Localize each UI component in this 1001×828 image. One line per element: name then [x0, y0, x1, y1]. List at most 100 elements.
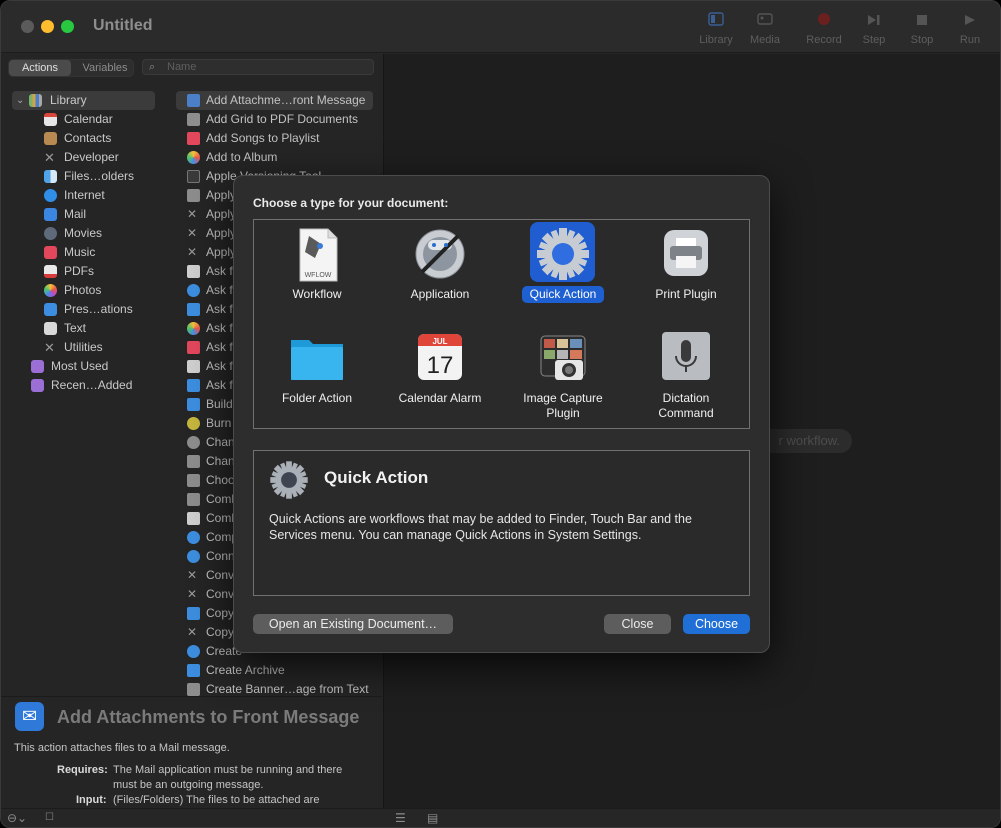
dialog-prompt: Choose a type for your document: [253, 196, 449, 210]
library-item-library[interactable]: ⌄ Library [12, 91, 155, 110]
open-existing-document-button[interactable]: Open an Existing Document… [253, 614, 453, 634]
library-item-pdfs[interactable]: PDFs [1, 262, 169, 281]
requires-text-line1: The Mail application must be running and… [113, 764, 343, 776]
close-button[interactable]: Close [604, 614, 671, 634]
utilities-action-icon: ✕ [187, 207, 198, 221]
type-image-capture-plugin[interactable]: Image Capture Plugin [501, 324, 625, 428]
media-icon [737, 11, 793, 31]
disclosure-chevron-icon[interactable]: ⌄ [16, 91, 24, 110]
developer-icon: ✕ [44, 150, 55, 165]
type-description-panel: Quick Action Quick Actions are workflows… [253, 450, 750, 596]
toolbar-run-button[interactable]: Run [942, 11, 998, 51]
library-item-label: Most Used [51, 359, 109, 373]
type-quick-action[interactable]: Quick Action [501, 220, 625, 320]
action-label: Copy [206, 606, 235, 620]
type-print-plugin[interactable]: Print Plugin [624, 220, 748, 320]
mail-action-icon [187, 94, 200, 107]
library-item-recently-added[interactable]: Recen…Added [1, 376, 169, 395]
toolbar-media-button[interactable]: Media [737, 11, 793, 51]
action-label: Add to Album [206, 150, 278, 164]
text-action-icon [187, 265, 200, 278]
action-item[interactable]: Create Archive [171, 661, 382, 680]
library-item-internet[interactable]: Internet [1, 186, 169, 205]
type-folder-action[interactable]: Folder Action [255, 324, 379, 428]
svg-text:17: 17 [427, 352, 454, 379]
flow-view-icon[interactable]: ▤ [427, 811, 438, 825]
text-action-icon [187, 360, 200, 373]
input-text: (Files/Folders) The files to be attached… [113, 794, 320, 806]
close-window-button[interactable] [21, 20, 34, 33]
library-icon [688, 11, 744, 31]
toolbar-record-button[interactable]: Record [796, 11, 852, 51]
library-item-label: Pres…ations [64, 302, 133, 316]
music-action-icon [187, 132, 200, 145]
list-view-icon[interactable]: ☰ [395, 811, 406, 825]
library-item-utilities[interactable]: ✕ Utilities [1, 338, 169, 357]
choose-button[interactable]: Choose [683, 614, 750, 634]
search-placeholder: Name [167, 61, 197, 73]
presentations-icon [44, 303, 57, 316]
action-label: Conv [206, 587, 235, 601]
action-label: Ask f [206, 302, 233, 316]
requires-text-line2: must be an outgoing message. [113, 779, 264, 791]
recently-added-folder-icon [31, 379, 44, 392]
finder-action-icon [187, 379, 200, 392]
library-item-movies[interactable]: Movies [1, 224, 169, 243]
library-item-files-folders[interactable]: Files…olders [1, 167, 169, 186]
tab-variables[interactable]: Variables [75, 60, 135, 76]
burn-action-icon [187, 417, 200, 430]
action-label: Add Attachme…ront Message [206, 93, 366, 107]
action-menu-icon[interactable]: ⊖⌄ [7, 811, 27, 825]
type-label: Workflow [292, 287, 342, 301]
description-summary: This action attaches files to a Mail mes… [14, 742, 230, 754]
action-icon [187, 436, 200, 449]
presentations-action-icon [187, 398, 200, 411]
type-label-line1: Dictation [662, 391, 710, 405]
minimize-window-button[interactable] [41, 20, 54, 33]
type-calendar-alarm[interactable]: JUL 17 Calendar Alarm [378, 324, 502, 428]
action-label: Conn [206, 549, 235, 563]
library-item-most-used[interactable]: Most Used [1, 357, 169, 376]
action-label: Chan [206, 454, 235, 468]
calendar-alarm-icon: JUL 17 [418, 334, 462, 380]
calendar-icon [44, 113, 57, 126]
action-item[interactable]: Add Attachme…ront Message [176, 91, 373, 110]
library-item-photos[interactable]: Photos [1, 281, 169, 300]
action-icon [187, 683, 200, 696]
utilities-action-icon: ✕ [187, 568, 198, 582]
library-item-presentations[interactable]: Pres…ations [1, 300, 169, 319]
utilities-action-icon: ✕ [187, 625, 198, 639]
library-item-text[interactable]: Text [1, 319, 169, 338]
microphone-icon [662, 332, 710, 380]
library-item-music[interactable]: Music [1, 243, 169, 262]
type-label-line2: Command [658, 406, 714, 420]
library-folder-icon [29, 94, 42, 107]
text-icon [44, 322, 57, 335]
finder-action-icon [187, 664, 200, 677]
type-dictation-command[interactable]: Dictation Command [624, 324, 748, 428]
library-item-calendar[interactable]: Calendar [1, 110, 169, 129]
library-item-developer[interactable]: ✕ Developer [1, 148, 169, 167]
type-application[interactable]: Application [378, 220, 502, 320]
internet-action-icon [187, 645, 200, 658]
action-item[interactable]: Add to Album [171, 148, 382, 167]
description-toggle-icon[interactable]: ☐ [45, 812, 54, 823]
action-item[interactable]: Add Grid to PDF Documents [171, 110, 382, 129]
type-description-text: Quick Actions are workflows that may be … [269, 512, 692, 542]
toolbar-library-button[interactable]: Library [688, 11, 744, 51]
type-label: Calendar Alarm [398, 391, 482, 405]
action-label: Ask f [206, 340, 233, 354]
zoom-window-button[interactable] [61, 20, 74, 33]
input-label: Input: [76, 794, 107, 806]
library-item-contacts[interactable]: Contacts [1, 129, 169, 148]
utilities-action-icon: ✕ [187, 245, 198, 259]
tab-actions[interactable]: Actions [9, 60, 71, 76]
requires-label: Requires: [57, 764, 108, 776]
search-input[interactable]: ⌕ Name [142, 59, 374, 75]
action-item[interactable]: Add Songs to Playlist [171, 129, 382, 148]
library-item-mail[interactable]: Mail [1, 205, 169, 224]
document-type-dialog: Choose a type for your document: WFLOW W… [233, 175, 770, 653]
type-workflow[interactable]: WFLOW Workflow [255, 220, 379, 320]
photos-icon [44, 284, 57, 297]
type-label-line2: Plugin [546, 406, 580, 420]
